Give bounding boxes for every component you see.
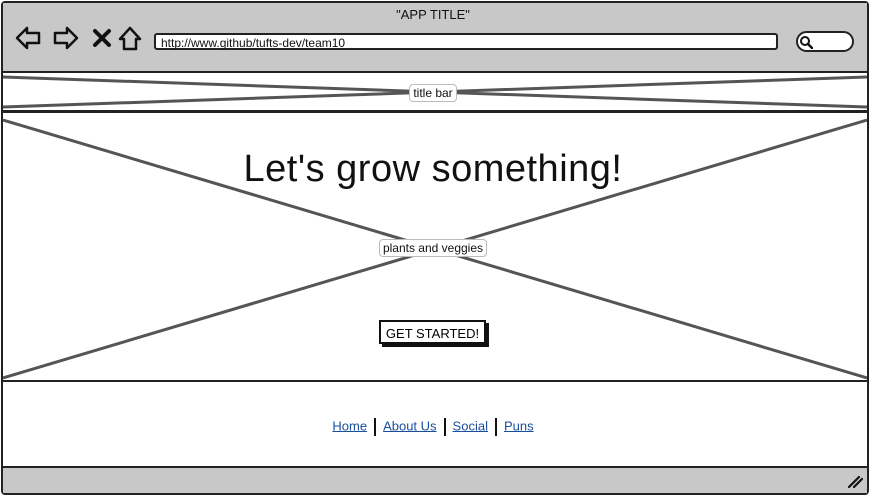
hero-headline: Let's grow something! xyxy=(243,148,623,190)
footer-link-puns[interactable]: Puns xyxy=(504,418,534,433)
title-bar-label: title bar xyxy=(409,84,457,102)
footer-separator xyxy=(374,418,377,436)
forward-icon[interactable] xyxy=(52,24,80,52)
footer-separator xyxy=(494,418,497,436)
hero-image-label-wrap: plants and veggies xyxy=(0,239,866,257)
footer-separator xyxy=(443,418,446,436)
get-started-button[interactable]: GET STARTED! xyxy=(379,320,486,344)
browser-status-bar xyxy=(3,466,867,493)
address-bar[interactable]: http://www.github/tufts-dev/team10 xyxy=(154,33,778,50)
search-icon[interactable] xyxy=(799,35,813,49)
footer-nav: Home About Us Social Puns xyxy=(0,418,866,436)
footer-link-about-us[interactable]: About Us xyxy=(383,418,436,433)
resize-grip-icon[interactable] xyxy=(847,474,863,488)
hero-image-label: plants and veggies xyxy=(378,239,488,257)
back-icon[interactable] xyxy=(14,24,42,52)
close-icon[interactable] xyxy=(88,24,116,52)
footer-link-home[interactable]: Home xyxy=(332,418,367,433)
footer-link-social[interactable]: Social xyxy=(453,418,488,433)
home-icon[interactable] xyxy=(116,24,144,52)
app-title: "APP TITLE" xyxy=(396,7,470,22)
title-bar-label-wrap: title bar xyxy=(0,84,866,102)
